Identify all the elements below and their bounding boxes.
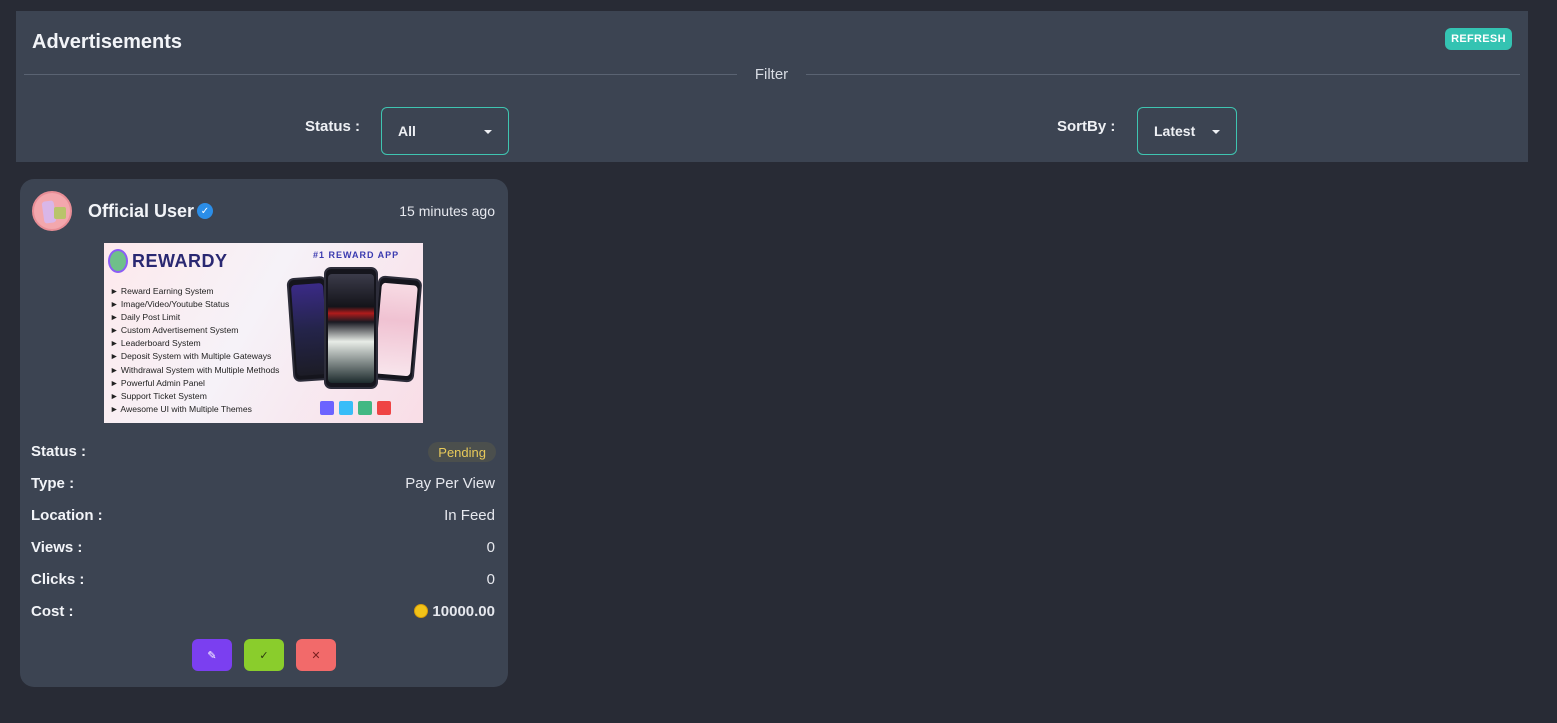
chevron-down-icon [1212, 130, 1220, 134]
sortby-filter-label: SortBy : [1057, 118, 1116, 135]
edit-button[interactable]: ✎ [192, 639, 232, 671]
user-name[interactable]: Official User [88, 201, 194, 222]
status-badge: Pending [428, 442, 496, 462]
refresh-button[interactable]: REFRESH [1445, 28, 1512, 50]
clicks-value: 0 [486, 571, 495, 588]
location-value: In Feed [444, 507, 495, 524]
timestamp: 15 minutes ago [399, 203, 495, 219]
views-label: Views : [31, 539, 83, 556]
chevron-down-icon [484, 130, 492, 134]
filter-divider-right [806, 74, 1520, 75]
avatar[interactable] [32, 191, 72, 231]
status-label: Status : [31, 443, 87, 460]
reject-button[interactable]: ✕ [296, 639, 336, 671]
verified-icon: ✓ [197, 203, 213, 219]
filter-heading: Filter [754, 66, 789, 83]
ad-feature-item: ► Support Ticket System [110, 390, 207, 401]
status-filter-value: All [398, 123, 416, 139]
ad-feature-item: ► Reward Earning System [110, 286, 214, 296]
ad-feature-item: ► Custom Advertisement System [110, 325, 239, 336]
ad-feature-list: ► Reward Earning System ► Image/Video/Yo… [110, 285, 279, 416]
ad-brand: REWARDY [132, 251, 228, 271]
filter-panel: Advertisements REFRESH Filter Status : A… [16, 11, 1528, 162]
edit-icon: ✎ [207, 649, 217, 662]
tech-stack-icons [320, 401, 391, 415]
ad-feature-item: ► Image/Video/Youtube Status [110, 299, 230, 310]
views-value: 0 [486, 539, 495, 556]
ad-feature-item: ► Leaderboard System [110, 338, 201, 349]
ad-feature-item: ► Awesome UI with Multiple Themes [110, 403, 252, 414]
type-label: Type : [31, 475, 75, 492]
tailwind-icon [339, 401, 353, 415]
check-icon: ✓ [259, 649, 269, 662]
ad-card: Official User ✓ 15 minutes ago REWARDY #… [20, 179, 508, 687]
cost-label: Cost : [31, 603, 74, 620]
close-icon: ✕ [311, 649, 321, 662]
ad-feature-item: ► Withdrawal System with Multiple Method… [110, 364, 280, 375]
approve-button[interactable]: ✓ [244, 639, 284, 671]
type-value: Pay Per View [405, 475, 495, 492]
ad-feature-item: ► Powerful Admin Panel [110, 377, 205, 388]
coin-icon [414, 604, 429, 618]
cost-value-wrap: 10000.00 [414, 603, 495, 620]
ad-tagline: #1 REWARD APP [313, 250, 400, 260]
status-filter-label: Status : [305, 118, 361, 135]
sortby-filter-select[interactable]: Latest [1137, 107, 1237, 155]
laravel-icon [377, 401, 391, 415]
page-title: Advertisements [32, 31, 183, 53]
clicks-label: Clicks : [31, 571, 85, 588]
cost-value: 10000.00 [432, 603, 495, 620]
filter-divider-left [24, 74, 737, 75]
phone-mockup-center [324, 267, 378, 389]
status-filter-select[interactable]: All [381, 107, 509, 155]
stripe-icon [320, 401, 334, 415]
sortby-filter-value: Latest [1154, 123, 1196, 139]
ad-logo-icon [108, 249, 128, 273]
ad-feature-item: ► Daily Post Limit [110, 312, 181, 323]
ad-image[interactable]: REWARDY #1 REWARD APP ► Reward Earning S… [104, 243, 423, 423]
ad-feature-item: ► Deposit System with Multiple Gateways [110, 351, 272, 362]
location-label: Location : [31, 507, 103, 524]
vue-icon [358, 401, 372, 415]
